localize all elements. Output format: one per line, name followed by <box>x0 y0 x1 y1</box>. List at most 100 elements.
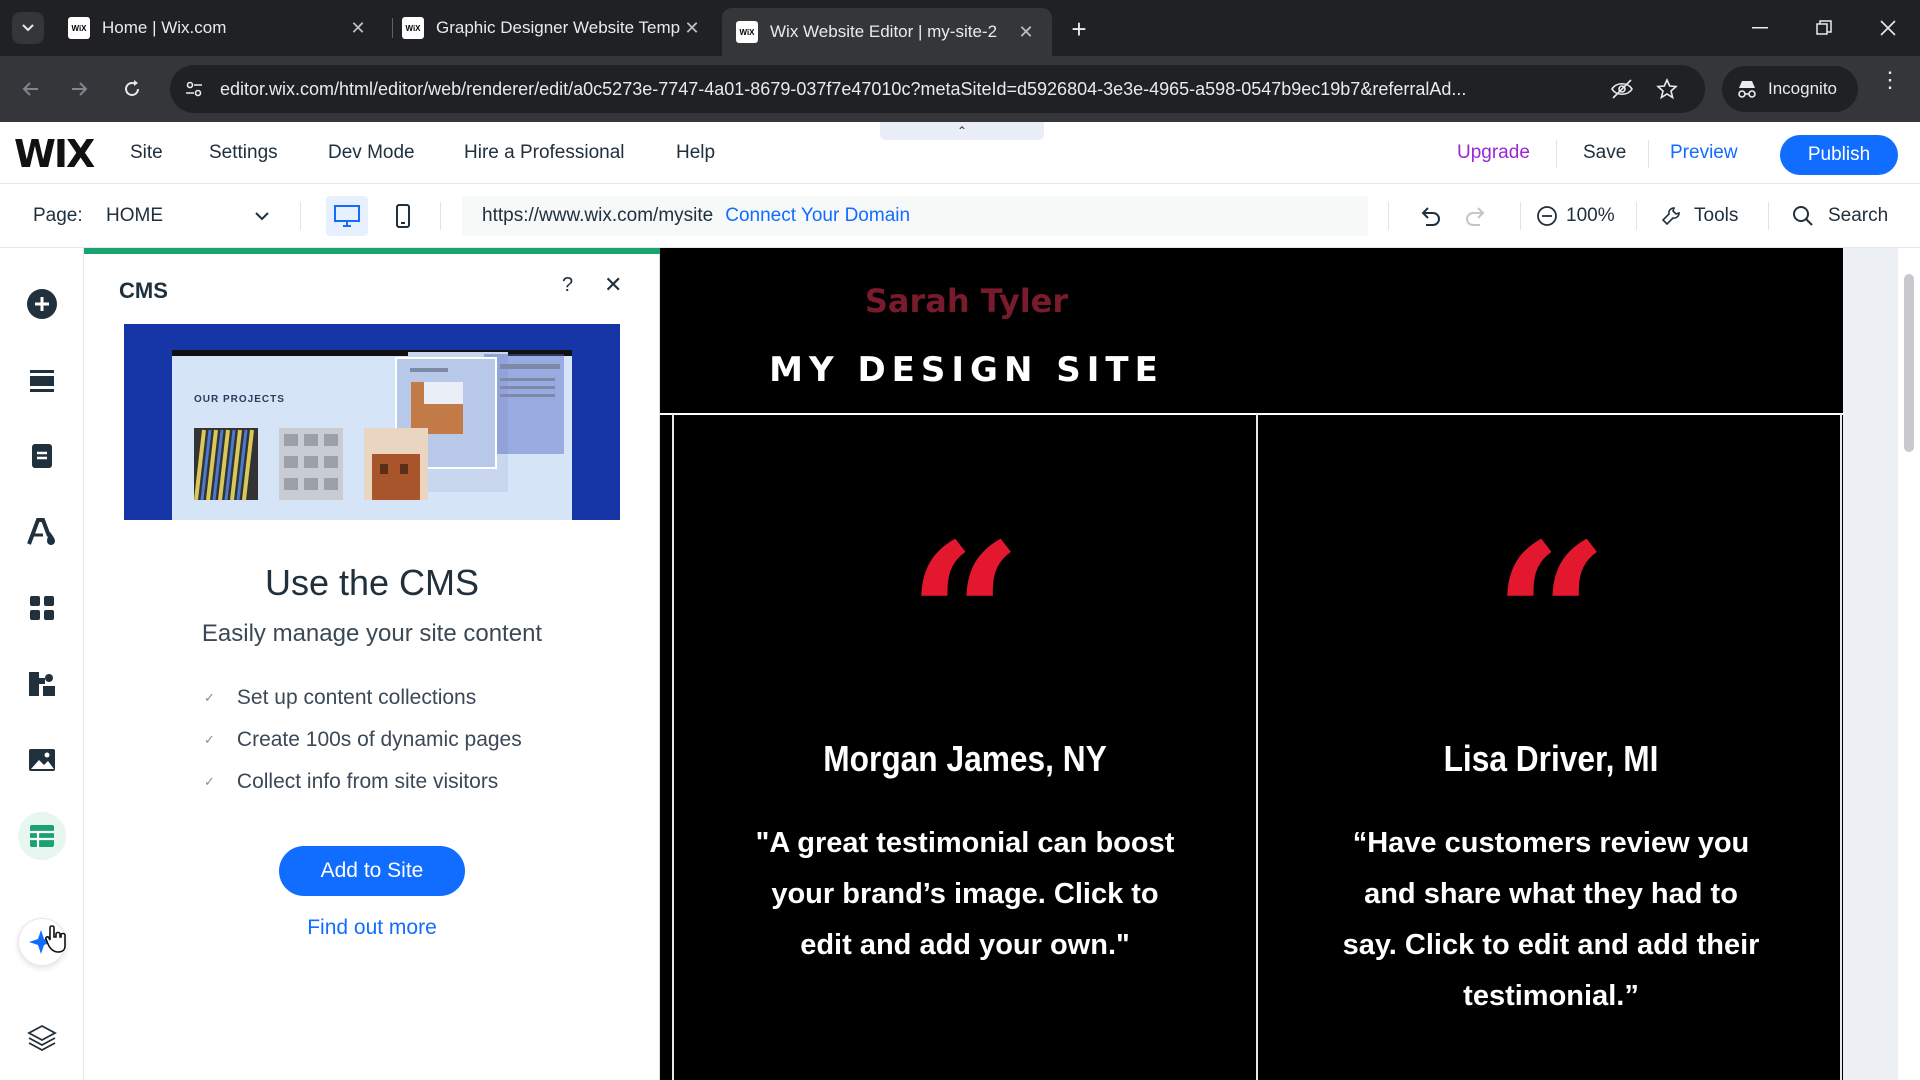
feature-item: ✓ Collect info from site visitors <box>204 770 498 794</box>
testimonial-quote[interactable]: “Have customers review you and share wha… <box>1336 818 1766 1022</box>
business-apps-button[interactable] <box>18 660 66 708</box>
layers-icon <box>27 1024 57 1052</box>
tab-title: Home | Wix.com <box>102 18 227 37</box>
menu-help[interactable]: Help <box>676 122 715 184</box>
feature-text: Collect info from site visitors <box>236 770 499 793</box>
undo-button[interactable] <box>1418 184 1442 248</box>
feature-text: Create 100s of dynamic pages <box>236 728 522 751</box>
collapse-topbar-handle[interactable]: ⌃ <box>880 122 1044 140</box>
cms-heading: Use the CMS <box>264 562 480 603</box>
tools-label: Tools <box>1694 205 1739 226</box>
wix-logo[interactable]: WIX <box>14 132 95 176</box>
sections-button[interactable] <box>18 356 66 404</box>
reload-icon <box>125 80 139 96</box>
tab-title: Wix Website Editor | my-site-2 <box>770 22 998 41</box>
site-url: https://www.wix.com/mysite <box>482 205 714 226</box>
forward-button[interactable] <box>62 72 96 106</box>
zoom-level: 100% <box>1566 205 1615 226</box>
publish-button[interactable]: Publish <box>1780 135 1898 175</box>
column-border <box>672 414 674 1080</box>
close-tab-icon[interactable]: ✕ <box>1014 20 1038 44</box>
plus-circle-icon <box>27 289 57 319</box>
canvas-scrollbar-thumb[interactable] <box>1904 274 1914 452</box>
eye-off-icon[interactable] <box>1610 78 1634 100</box>
testimonial-name[interactable]: Lisa Driver, MI <box>1293 738 1809 780</box>
site-preview[interactable]: Sarah Tyler MY DESIGN SITE “ Morgan Jame… <box>660 248 1843 1080</box>
menu-dev-mode[interactable]: Dev Mode <box>328 122 415 184</box>
add-to-site-button[interactable]: Add to Site <box>279 846 465 896</box>
menu-site[interactable]: Site <box>130 122 163 184</box>
connect-domain-link[interactable]: Connect Your Domain <box>725 205 910 227</box>
arrow-left-icon <box>22 82 38 96</box>
find-out-more-link[interactable]: Find out more <box>84 916 660 940</box>
redo-button[interactable] <box>1464 184 1488 248</box>
tab-title: Graphic Designer Website Temp <box>436 18 680 37</box>
mobile-view-button[interactable] <box>382 196 424 236</box>
search-label: Search <box>1828 205 1889 226</box>
close-icon <box>1880 20 1896 36</box>
incognito-indicator[interactable]: Incognito <box>1722 66 1858 112</box>
browser-tab-editor[interactable]: WiX Wix Website Editor | my-site-2 ✕ <box>722 8 1052 56</box>
apps-button[interactable] <box>18 584 66 632</box>
save-button[interactable]: Save <box>1583 122 1626 184</box>
divider <box>1768 202 1769 230</box>
wrench-icon <box>1661 207 1680 226</box>
checkmark-icon: ✓ <box>204 732 215 747</box>
help-icon[interactable]: ? <box>562 274 573 297</box>
zoom-control[interactable]: 100% <box>1536 184 1615 248</box>
chevron-down-icon <box>255 212 269 221</box>
back-button[interactable] <box>14 72 48 106</box>
close-icon[interactable]: ✕ <box>604 272 622 298</box>
divider <box>300 202 301 230</box>
menu-settings[interactable]: Settings <box>209 122 278 184</box>
new-tab-button[interactable]: + <box>1064 14 1094 44</box>
site-owner-name[interactable]: Sarah Tyler <box>660 282 1273 320</box>
add-elements-button[interactable] <box>18 280 66 328</box>
cms-button[interactable] <box>18 812 66 860</box>
page-label: Page: <box>33 205 83 226</box>
panel-title: CMS <box>119 278 168 303</box>
layers-button[interactable] <box>18 1014 66 1062</box>
tools-button[interactable]: Tools <box>1660 184 1738 248</box>
browser-toolbar: editor.wix.com/html/editor/web/renderer/… <box>0 56 1920 122</box>
site-url-field: https://www.wix.com/mysite Connect Your … <box>462 196 1368 236</box>
bookmark-star-icon[interactable] <box>1656 78 1678 100</box>
search-button[interactable]: Search <box>1792 184 1888 248</box>
quote-mark-icon: “ <box>907 500 1023 735</box>
hero-label: OUR PROJECTS <box>194 394 285 405</box>
close-tab-icon[interactable]: ✕ <box>346 16 370 40</box>
close-window-button[interactable] <box>1868 10 1908 46</box>
preview-button[interactable]: Preview <box>1670 122 1738 184</box>
tab-search-button[interactable] <box>12 12 44 44</box>
panel-accent-line <box>84 248 660 254</box>
address-bar[interactable]: editor.wix.com/html/editor/web/renderer/… <box>170 65 1705 113</box>
design-button[interactable] <box>18 508 66 556</box>
page-selector[interactable]: HOME <box>106 184 276 248</box>
arrow-right-icon <box>72 82 88 96</box>
column-border <box>1840 414 1842 1080</box>
mobile-icon <box>396 204 410 228</box>
apps-grid-icon <box>30 596 54 620</box>
close-tab-icon[interactable]: ✕ <box>680 16 704 40</box>
browser-menu-button[interactable]: ⋮ <box>1878 69 1902 102</box>
testimonial-quote[interactable]: "A great testimonial can boost your bran… <box>750 818 1180 971</box>
desktop-view-button[interactable] <box>326 196 368 236</box>
minimize-button[interactable] <box>1740 10 1780 46</box>
browser-tab-home[interactable]: WiX Home | Wix.com ✕ <box>54 8 384 48</box>
upgrade-link[interactable]: Upgrade <box>1457 122 1530 184</box>
wix-favicon-icon: WiX <box>402 17 424 39</box>
wix-top-bar: WIX ⌃ Site Settings Dev Mode Hire a Prof… <box>0 122 1920 184</box>
column-border <box>1256 414 1258 1080</box>
pages-button[interactable] <box>18 432 66 480</box>
site-tagline[interactable]: MY DESIGN SITE <box>660 350 1273 390</box>
testimonial-name[interactable]: Morgan James, NY <box>707 738 1223 780</box>
menu-hire-a-professional[interactable]: Hire a Professional <box>464 122 625 184</box>
wix-favicon-icon: WiX <box>736 21 758 43</box>
incognito-label: Incognito <box>1768 79 1837 98</box>
browser-tab-template[interactable]: WiX Graphic Designer Website Temp ✕ <box>388 8 718 48</box>
restore-button[interactable] <box>1804 10 1844 46</box>
site-info-icon[interactable] <box>184 79 204 99</box>
quote-mark-icon: “ <box>1493 500 1609 735</box>
reload-button[interactable] <box>115 72 149 106</box>
media-button[interactable] <box>18 736 66 784</box>
